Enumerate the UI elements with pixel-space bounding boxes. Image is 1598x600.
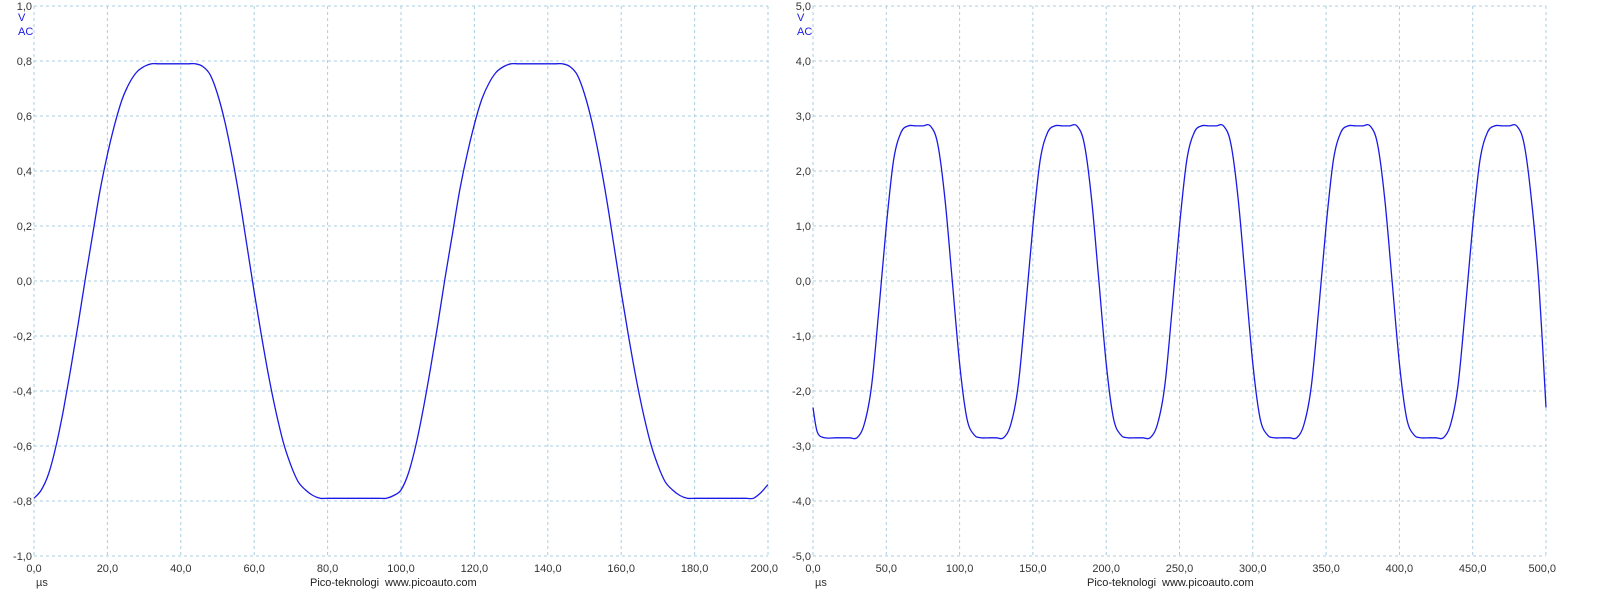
x-tick-label-right: 450,0 bbox=[1459, 563, 1487, 575]
y-tick-label-right: -3,0 bbox=[792, 441, 811, 453]
x-tick-label-right: 300,0 bbox=[1239, 563, 1267, 575]
x-tick-label-left: 80,0 bbox=[317, 563, 338, 575]
x-tick-label-right: 350,0 bbox=[1312, 563, 1340, 575]
x-tick-label-right: 0,0 bbox=[805, 563, 820, 575]
oscilloscope-view: 1,0 0,8 0,6 0,4 0,2 0,0 -0,2 -0,4 -0,6 -0,8 -1,0 0… bbox=[13, 1, 1556, 589]
x-tick-label-left: 140,0 bbox=[534, 563, 562, 575]
x-tick-label-right: 50,0 bbox=[876, 563, 897, 575]
y-tick-label-left: 0,0 bbox=[17, 276, 32, 288]
y-coupling-label-right: AC bbox=[797, 26, 812, 38]
y-tick-label-right: 4,0 bbox=[796, 56, 811, 68]
y-tick-label-left: 0,4 bbox=[17, 166, 32, 178]
y-axis-right: 5,04,03,02,01,00,0-1,0-2,0-3,0-4,0-5,0 bbox=[792, 1, 811, 563]
x-unit-label-right: µs bbox=[815, 577, 827, 589]
x-tick-label-left: 160,0 bbox=[607, 563, 635, 575]
scope-panel-right: 5,04,03,02,01,00,0-1,0-2,0-3,0-4,0-5,0 0… bbox=[792, 1, 1556, 589]
y-tick-label-right: -2,0 bbox=[792, 386, 811, 398]
x-tick-label-right: 200,0 bbox=[1092, 563, 1120, 575]
x-tick-label-left: 0,0 bbox=[26, 563, 41, 575]
y-axis-left: 1,00,80,60,40,20,0-0,2-0,4-0,6-0,8-1,0 bbox=[13, 1, 32, 563]
y-tick-label-right: 2,0 bbox=[796, 166, 811, 178]
x-tick-label-left: 60,0 bbox=[243, 563, 264, 575]
x-tick-label-left: 200,0 bbox=[750, 563, 778, 575]
grid-right bbox=[812, 5, 1547, 557]
x-unit-label-left: µs bbox=[36, 577, 48, 589]
x-tick-label-right: 500,0 bbox=[1528, 563, 1556, 575]
y-coupling-label-left: AC bbox=[18, 26, 33, 38]
y-unit-label-left: V bbox=[18, 12, 26, 24]
y-tick-label-right: 0,0 bbox=[796, 276, 811, 288]
y-tick-label-right: 1,0 bbox=[796, 221, 811, 233]
x-tick-label-left: 20,0 bbox=[97, 563, 118, 575]
x-tick-label-right: 150,0 bbox=[1019, 563, 1047, 575]
y-tick-label-left: -0,6 bbox=[13, 441, 32, 453]
scope-panel-left: 1,00,80,60,40,20,0-0,2-0,4-0,6-0,8-1,0 0… bbox=[13, 1, 778, 589]
url-label-right: www.picoauto.com bbox=[1161, 577, 1254, 589]
brand-label-right: Pico-teknologi bbox=[1087, 577, 1156, 589]
x-tick-label-left: 40,0 bbox=[170, 563, 191, 575]
y-tick-label-right: -1,0 bbox=[792, 331, 811, 343]
x-tick-label-left: 180,0 bbox=[681, 563, 709, 575]
y-tick-label-left: 0,6 bbox=[17, 111, 32, 123]
grid-left bbox=[33, 5, 769, 557]
y-tick-label-left: 0,2 bbox=[17, 221, 32, 233]
y-tick-label-right: -4,0 bbox=[792, 496, 811, 508]
x-tick-label-left: 100,0 bbox=[387, 563, 415, 575]
y-tick-label-right: 3,0 bbox=[796, 111, 811, 123]
url-label-left: www.picoauto.com bbox=[384, 577, 477, 589]
y-tick-label-left: 0,8 bbox=[17, 56, 32, 68]
y-tick-label-left: -0,4 bbox=[13, 386, 32, 398]
y-tick-label-right: -5,0 bbox=[792, 551, 811, 563]
y-tick-label-left: -0,8 bbox=[13, 496, 32, 508]
x-tick-label-left: 120,0 bbox=[461, 563, 489, 575]
x-tick-label-right: 400,0 bbox=[1386, 563, 1414, 575]
y-tick-label-left: -0,2 bbox=[13, 331, 32, 343]
y-tick-label-left: -1,0 bbox=[13, 551, 32, 563]
x-axis-left: 0,0 20,0 40,0 60,0 80,0 100,0 120,0 140,0 160,0 1… bbox=[26, 563, 778, 575]
y-unit-label-right: V bbox=[797, 12, 805, 24]
x-axis-right: 0,0 50,0 100,0 150,0 200,0 250,0 300,0 350,0 400… bbox=[805, 563, 1556, 575]
brand-label-left: Pico-teknologi bbox=[310, 577, 379, 589]
x-tick-label-right: 100,0 bbox=[946, 563, 974, 575]
x-tick-label-right: 250,0 bbox=[1166, 563, 1194, 575]
